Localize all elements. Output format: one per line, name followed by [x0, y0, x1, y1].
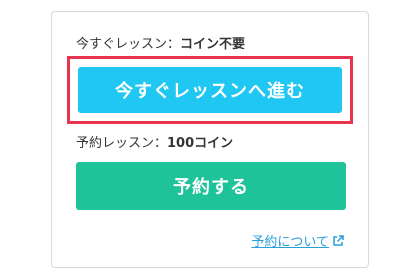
reserve-lesson-note: 予約レッスン：100コイン: [76, 136, 233, 152]
start-lesson-now-button[interactable]: 今すぐレッスンへ進む: [78, 67, 342, 113]
lesson-card: 今すぐレッスン：コイン不要 今すぐレッスンへ進む 予約レッスン：100コイン 予…: [51, 11, 369, 268]
instant-lesson-label: 今すぐレッスン：: [76, 37, 181, 52]
reserve-button[interactable]: 予約する: [76, 162, 346, 210]
about-reservation-link-text: 予約について: [251, 235, 329, 250]
instant-lesson-note: 今すぐレッスン：コイン不要: [76, 37, 245, 53]
instant-lesson-cost: コイン不要: [180, 37, 246, 52]
reserve-lesson-label: 予約レッスン：: [76, 136, 168, 151]
external-link-icon: [333, 234, 344, 246]
focus-highlight: 今すぐレッスンへ進む: [67, 56, 353, 124]
reserve-lesson-cost: 100コイン: [167, 136, 234, 151]
about-reservation-link[interactable]: 予約について: [251, 231, 344, 250]
